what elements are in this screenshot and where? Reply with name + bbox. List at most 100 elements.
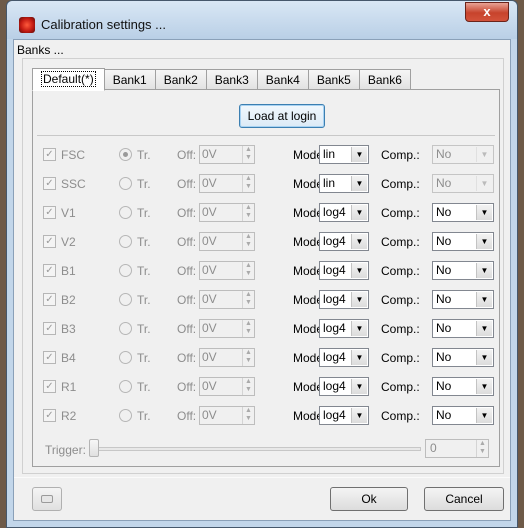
mode-select[interactable]: log4 ▼ xyxy=(319,377,369,396)
mode-select[interactable]: lin ▼ xyxy=(319,174,369,193)
dropdown-arrow-icon[interactable]: ▼ xyxy=(351,321,367,336)
mode-select[interactable]: log4 ▼ xyxy=(319,406,369,425)
trigger-radio[interactable] xyxy=(119,235,132,248)
dropdown-arrow-icon[interactable]: ▼ xyxy=(476,263,492,278)
trigger-radio[interactable] xyxy=(119,206,132,219)
trigger-radio[interactable] xyxy=(119,380,132,393)
channel-checkbox[interactable]: ✓ xyxy=(43,293,56,306)
trigger-radio[interactable] xyxy=(119,177,132,190)
trigger-radio[interactable] xyxy=(119,322,132,335)
close-button[interactable]: x xyxy=(465,2,509,22)
ok-button[interactable]: Ok xyxy=(330,487,408,511)
tab-bank5[interactable]: Bank5 xyxy=(308,69,360,90)
tab-bank1[interactable]: Bank1 xyxy=(104,69,156,90)
channel-checkbox[interactable]: ✓ xyxy=(43,177,56,190)
trigger-label: Trigger: xyxy=(45,443,86,457)
channel-checkbox[interactable]: ✓ xyxy=(43,148,56,161)
print-button[interactable] xyxy=(32,487,62,511)
channel-checkbox[interactable]: ✓ xyxy=(43,206,56,219)
trigger-value-field[interactable]: 0 ▲ ▼ xyxy=(425,439,489,458)
dropdown-arrow-icon[interactable]: ▼ xyxy=(476,379,492,394)
comp-select[interactable]: No ▼ xyxy=(432,348,494,367)
spinner-icon[interactable]: ▲ ▼ xyxy=(242,262,254,279)
offset-field[interactable]: 0V ▲ ▼ xyxy=(199,145,255,164)
dropdown-arrow-icon[interactable]: ▼ xyxy=(476,205,492,220)
mode-select[interactable]: log4 ▼ xyxy=(319,232,369,251)
spinner-icon[interactable]: ▲ ▼ xyxy=(242,233,254,250)
spinner-icon[interactable]: ▲ ▼ xyxy=(242,204,254,221)
comp-select[interactable]: No ▼ xyxy=(432,406,494,425)
comp-label: Comp.: xyxy=(381,322,420,336)
comp-select[interactable]: No ▼ xyxy=(432,232,494,251)
channel-checkbox[interactable]: ✓ xyxy=(43,235,56,248)
channel-name: B1 xyxy=(61,264,76,278)
mode-select[interactable]: lin ▼ xyxy=(319,145,369,164)
channel-checkbox[interactable]: ✓ xyxy=(43,380,56,393)
spinner-icon[interactable]: ▲ ▼ xyxy=(242,291,254,308)
dropdown-arrow-icon[interactable]: ▼ xyxy=(351,408,367,423)
tab-bank2[interactable]: Bank2 xyxy=(155,69,207,90)
spinner-icon[interactable]: ▲ ▼ xyxy=(242,407,254,424)
dropdown-arrow-icon[interactable]: ▼ xyxy=(351,147,367,162)
trigger-radio[interactable] xyxy=(119,148,132,161)
offset-field[interactable]: 0V ▲ ▼ xyxy=(199,174,255,193)
channel-row: ✓ B1 Tr. Off: 0V ▲ ▼ Mode: log4 ▼ Comp.: No ▼ xyxy=(33,260,501,282)
cancel-button[interactable]: Cancel xyxy=(424,487,504,511)
spinner-icon[interactable]: ▲ ▼ xyxy=(242,146,254,163)
dropdown-arrow-icon: ▼ xyxy=(476,147,492,162)
offset-field[interactable]: 0V ▲ ▼ xyxy=(199,348,255,367)
tab-bank6[interactable]: Bank6 xyxy=(359,69,411,90)
dropdown-arrow-icon[interactable]: ▼ xyxy=(351,205,367,220)
dropdown-arrow-icon[interactable]: ▼ xyxy=(351,350,367,365)
dropdown-arrow-icon[interactable]: ▼ xyxy=(351,263,367,278)
trigger-slider-thumb[interactable] xyxy=(89,439,99,457)
offset-field[interactable]: 0V ▲ ▼ xyxy=(199,203,255,222)
trigger-slider-track[interactable] xyxy=(93,447,421,451)
spinner-icon[interactable]: ▲ ▼ xyxy=(242,175,254,192)
bank-tabs: Default(*) Bank1 Bank2 Bank3 Bank4 Bank5 Bank6 xyxy=(32,68,411,91)
mode-select[interactable]: log4 ▼ xyxy=(319,348,369,367)
dropdown-arrow-icon[interactable]: ▼ xyxy=(476,321,492,336)
offset-field[interactable]: 0V ▲ ▼ xyxy=(199,261,255,280)
tab-bank4[interactable]: Bank4 xyxy=(257,69,309,90)
dropdown-arrow-icon[interactable]: ▼ xyxy=(476,234,492,249)
channel-checkbox[interactable]: ✓ xyxy=(43,409,56,422)
channel-checkbox[interactable]: ✓ xyxy=(43,322,56,335)
trigger-radio[interactable] xyxy=(119,264,132,277)
mode-select[interactable]: log4 ▼ xyxy=(319,203,369,222)
title-bar[interactable]: Calibration settings ... x xyxy=(7,1,517,39)
tab-default[interactable]: Default(*) xyxy=(32,68,105,91)
dropdown-arrow-icon[interactable]: ▼ xyxy=(351,379,367,394)
dropdown-arrow-icon[interactable]: ▼ xyxy=(351,176,367,191)
trigger-radio[interactable] xyxy=(119,409,132,422)
offset-field[interactable]: 0V ▲ ▼ xyxy=(199,319,255,338)
dropdown-arrow-icon[interactable]: ▼ xyxy=(476,350,492,365)
spinner-icon[interactable]: ▲ ▼ xyxy=(242,320,254,337)
comp-select[interactable]: No ▼ xyxy=(432,203,494,222)
comp-select[interactable]: No ▼ xyxy=(432,290,494,309)
spinner-icon[interactable]: ▲ ▼ xyxy=(242,349,254,366)
mode-select[interactable]: log4 ▼ xyxy=(319,290,369,309)
channel-checkbox[interactable]: ✓ xyxy=(43,264,56,277)
dropdown-arrow-icon[interactable]: ▼ xyxy=(351,234,367,249)
comp-select[interactable]: No ▼ xyxy=(432,377,494,396)
trigger-radio[interactable] xyxy=(119,293,132,306)
load-at-login-button[interactable]: Load at login xyxy=(239,104,325,128)
dropdown-arrow-icon[interactable]: ▼ xyxy=(476,408,492,423)
dropdown-arrow-icon[interactable]: ▼ xyxy=(351,292,367,307)
trigger-radio[interactable] xyxy=(119,351,132,364)
offset-field[interactable]: 0V ▲ ▼ xyxy=(199,406,255,425)
offset-field[interactable]: 0V ▲ ▼ xyxy=(199,290,255,309)
offset-field[interactable]: 0V ▲ ▼ xyxy=(199,377,255,396)
comp-select[interactable]: No ▼ xyxy=(432,261,494,280)
spinner-icon[interactable]: ▲ ▼ xyxy=(476,440,488,457)
spinner-icon[interactable]: ▲ ▼ xyxy=(242,378,254,395)
channel-checkbox[interactable]: ✓ xyxy=(43,351,56,364)
window-title: Calibration settings ... xyxy=(41,17,167,32)
dropdown-arrow-icon[interactable]: ▼ xyxy=(476,292,492,307)
mode-select[interactable]: log4 ▼ xyxy=(319,261,369,280)
offset-field[interactable]: 0V ▲ ▼ xyxy=(199,232,255,251)
mode-select[interactable]: log4 ▼ xyxy=(319,319,369,338)
tab-bank3[interactable]: Bank3 xyxy=(206,69,258,90)
comp-select[interactable]: No ▼ xyxy=(432,319,494,338)
